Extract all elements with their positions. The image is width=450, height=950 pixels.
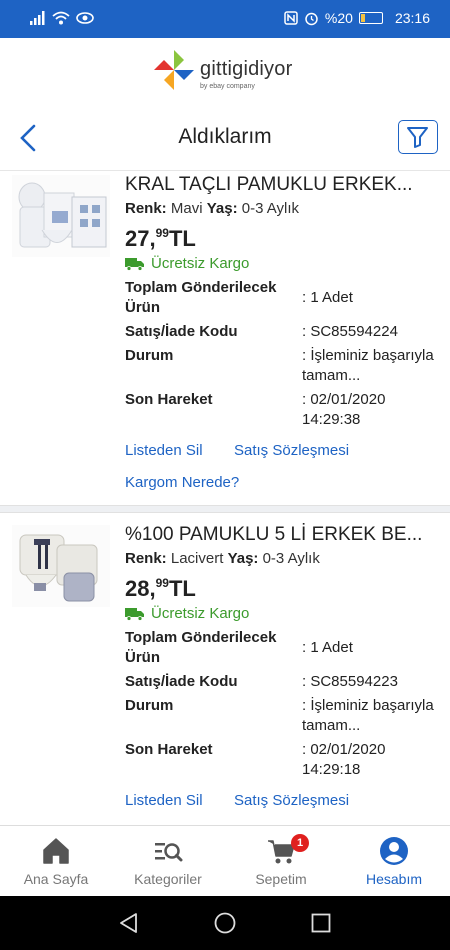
tab-label: Kategoriler bbox=[134, 871, 202, 887]
tab-label: Ana Sayfa bbox=[23, 871, 89, 887]
product-title[interactable]: KRAL TAÇLI PAMUKLU ERKEK... bbox=[125, 174, 413, 196]
track-cargo-link[interactable]: Kargom Nerede? bbox=[125, 474, 239, 491]
order-card: KRAL TAÇLI PAMUKLU ERKEK... Renk: Mavi Y… bbox=[0, 171, 450, 505]
filter-button[interactable] bbox=[398, 120, 438, 154]
filter-icon bbox=[407, 127, 428, 148]
tab-home[interactable]: Ana Sayfa bbox=[0, 826, 112, 897]
status-icons-right: %20 23:16 bbox=[284, 10, 430, 26]
bottom-tab-bar: Ana Sayfa Kategoriler 1 Sepetim Hesabım bbox=[0, 825, 450, 896]
battery-percent: %20 bbox=[324, 10, 353, 26]
system-navigation-bar bbox=[0, 896, 450, 950]
sale-code-value: : SC85594224 bbox=[302, 323, 398, 340]
recents-square-icon[interactable] bbox=[309, 911, 333, 935]
product-thumbnail[interactable] bbox=[12, 525, 110, 607]
remove-from-list-link[interactable]: Listeden Sil bbox=[125, 442, 203, 459]
truck-icon bbox=[125, 607, 144, 621]
signal-icon bbox=[30, 11, 45, 25]
free-shipping-badge: Ücretsiz Kargo bbox=[125, 255, 249, 272]
sale-code-label: Satış/İade Kodu bbox=[125, 323, 238, 340]
tab-cart[interactable]: 1 Sepetim bbox=[225, 826, 337, 897]
quantity-value: : 1 Adet bbox=[302, 289, 353, 306]
last-activity-label: Son Hareket bbox=[125, 741, 213, 758]
brand-subtitle: by ebay company bbox=[200, 83, 255, 90]
tab-categories[interactable]: Kategoriler bbox=[112, 826, 224, 897]
sale-code-value: : SC85594223 bbox=[302, 673, 398, 690]
order-card: %100 PAMUKLU 5 Lİ ERKEK BE... Renk: Laci… bbox=[0, 513, 450, 824]
quantity-value: : 1 Adet bbox=[302, 639, 353, 656]
nav-bar: Aldıklarım bbox=[0, 103, 450, 171]
truck-icon bbox=[125, 257, 144, 271]
remove-from-list-link[interactable]: Listeden Sil bbox=[125, 792, 203, 809]
product-price: 27,99TL bbox=[125, 226, 196, 251]
clock: 23:16 bbox=[394, 10, 430, 26]
home-icon bbox=[43, 838, 69, 864]
product-title[interactable]: %100 PAMUKLU 5 Lİ ERKEK BE... bbox=[125, 524, 422, 546]
sales-contract-link[interactable]: Satış Sözleşmesi bbox=[234, 792, 349, 809]
tab-label: Hesabım bbox=[365, 871, 423, 887]
tab-label: Sepetim bbox=[255, 871, 307, 887]
last-activity-label: Son Hareket bbox=[125, 391, 213, 408]
free-shipping-badge: Ücretsiz Kargo bbox=[125, 605, 249, 622]
category-search-icon bbox=[155, 843, 183, 862]
brand-logo[interactable]: gittigidiyor by ebay company bbox=[152, 48, 302, 94]
product-variant: Renk: Lacivert Yaş: 0-3 Aylık bbox=[125, 550, 320, 567]
cart-count-badge: 1 bbox=[291, 834, 309, 852]
status-label: Durum bbox=[125, 347, 174, 364]
tab-account[interactable]: Hesabım bbox=[338, 826, 450, 897]
status-icons-left bbox=[30, 11, 94, 25]
product-thumbnail[interactable] bbox=[12, 175, 110, 257]
quantity-label: Toplam Gönderilecek Ürün bbox=[125, 279, 277, 316]
alarm-icon bbox=[305, 12, 318, 25]
status-label: Durum bbox=[125, 697, 174, 714]
product-variant: Renk: Mavi Yaş: 0-3 Aylık bbox=[125, 200, 299, 217]
last-activity-value: : 02/01/2020 14:29:18 bbox=[302, 741, 386, 778]
brand-header: gittigidiyor by ebay company bbox=[0, 38, 450, 103]
status-bar: %20 23:16 bbox=[0, 0, 450, 38]
pinwheel-logo-icon bbox=[154, 50, 194, 90]
eye-icon bbox=[76, 12, 94, 24]
status-value: : İşleminiz başarıyla tamam... bbox=[302, 697, 434, 734]
product-price: 28,99TL bbox=[125, 576, 196, 601]
sales-contract-link[interactable]: Satış Sözleşmesi bbox=[234, 442, 349, 459]
page-title: Aldıklarım bbox=[178, 125, 272, 148]
home-circle-icon[interactable] bbox=[213, 911, 237, 935]
card-divider bbox=[0, 505, 450, 513]
wifi-icon bbox=[52, 11, 70, 25]
back-triangle-icon[interactable] bbox=[117, 911, 141, 935]
nfc-icon bbox=[284, 11, 298, 25]
quantity-label: Toplam Gönderilecek Ürün bbox=[125, 629, 277, 666]
battery-icon bbox=[358, 12, 383, 24]
sale-code-label: Satış/İade Kodu bbox=[125, 673, 238, 690]
last-activity-value: : 02/01/2020 14:29:38 bbox=[302, 391, 386, 428]
brand-name: gittigidiyor bbox=[200, 58, 293, 80]
account-icon bbox=[380, 837, 408, 865]
status-value: : İşleminiz başarıyla tamam... bbox=[302, 347, 434, 384]
